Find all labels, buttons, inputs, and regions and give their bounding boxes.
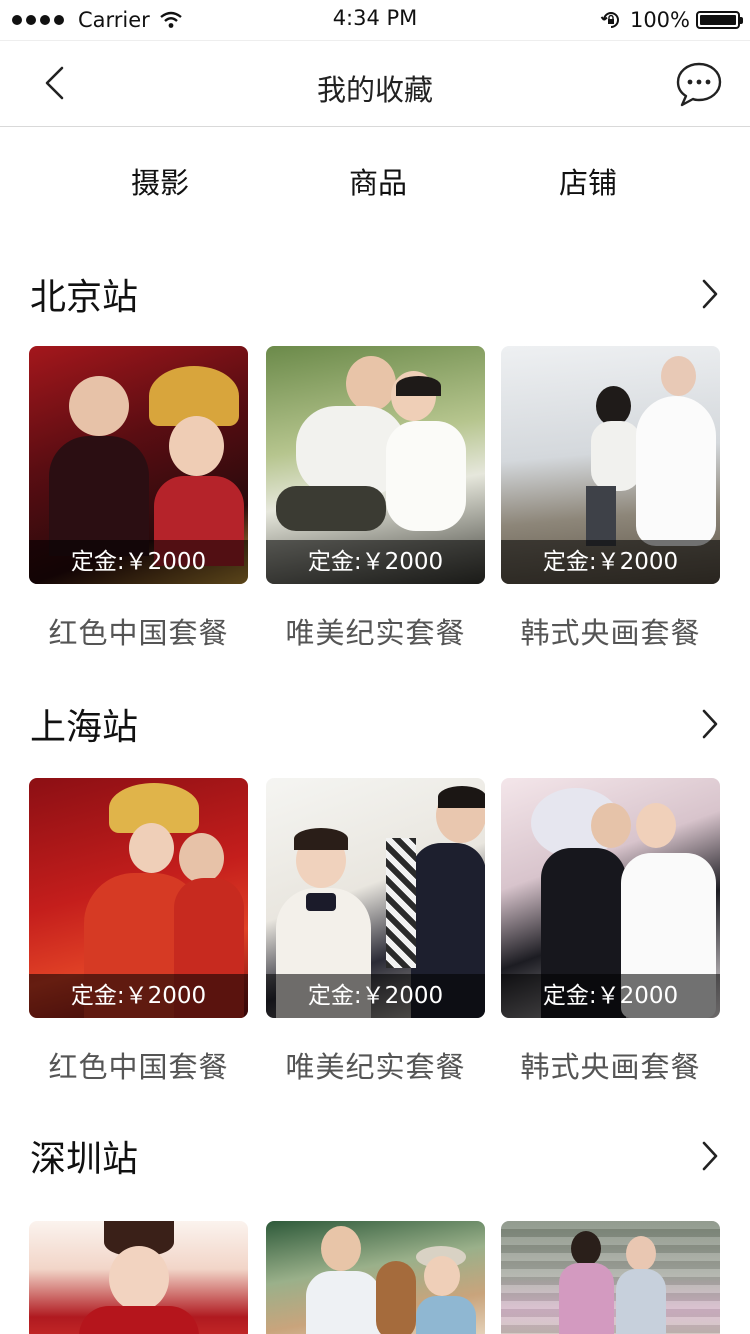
card-row: 定金:￥2000 红色中国套餐 定金:￥2000 唯美纪实套餐 定金:￥2000…	[0, 778, 750, 1108]
package-photo: 定金:￥2000	[266, 346, 485, 584]
price-label: 定金:￥2000	[29, 974, 248, 1018]
section-title: 深圳站	[30, 1139, 139, 1180]
section-title: 上海站	[30, 707, 139, 748]
tab-products[interactable]: 商品	[318, 160, 438, 202]
package-card[interactable]: 定金:￥2000 唯美纪实套餐	[266, 346, 485, 652]
package-photo	[29, 1221, 248, 1334]
category-tabs: 摄影 商品 店铺	[0, 150, 750, 210]
section-shenzhen: 深圳站	[0, 1130, 750, 1334]
status-right: 100%	[600, 6, 743, 34]
package-photo: 定金:￥2000	[501, 778, 720, 1018]
package-name: 红色中国套餐	[48, 1050, 229, 1084]
card-row: 定金:￥2000 红色中国套餐 定金:￥2000 唯美纪实套餐 定金:￥2000…	[0, 346, 750, 676]
package-card[interactable]	[501, 1221, 720, 1334]
package-name: 韩式央画套餐	[520, 616, 701, 650]
section-beijing: 北京站 定金:￥2000 红色中国套餐 定金:￥2000 唯美纪实套餐 定金:￥…	[0, 268, 750, 668]
package-photo	[501, 1221, 720, 1334]
package-name: 红色中国套餐	[48, 616, 229, 650]
status-bar: Carrier 4:34 PM 100%	[0, 0, 750, 40]
package-photo: 定金:￥2000	[29, 346, 248, 584]
package-card[interactable]	[266, 1221, 485, 1334]
page-title: 我的收藏	[316, 73, 433, 107]
package-photo: 定金:￥2000	[266, 778, 485, 1018]
battery-percent: 100%	[629, 8, 690, 32]
package-photo: 定金:￥2000	[29, 778, 248, 1018]
package-card[interactable]	[29, 1221, 248, 1334]
price-label: 定金:￥2000	[29, 540, 248, 584]
section-shanghai: 上海站 定金:￥2000 红色中国套餐 定金:￥2000 唯美纪实套餐 定金:￥…	[0, 698, 750, 1108]
package-card[interactable]: 定金:￥2000 韩式央画套餐	[501, 346, 720, 652]
tab-photography[interactable]: 摄影	[100, 160, 220, 202]
navigation-bar: 我的收藏	[0, 40, 750, 127]
section-title: 北京站	[30, 277, 139, 318]
chevron-right-icon[interactable]	[694, 706, 724, 742]
package-name: 韩式央画套餐	[520, 1050, 701, 1084]
package-card[interactable]: 定金:￥2000 红色中国套餐	[29, 778, 248, 1086]
package-card[interactable]: 定金:￥2000 韩式央画套餐	[501, 778, 720, 1086]
price-label: 定金:￥2000	[501, 974, 720, 1018]
package-photo: 定金:￥2000	[501, 346, 720, 584]
package-card[interactable]: 定金:￥2000 红色中国套餐	[29, 346, 248, 652]
price-label: 定金:￥2000	[266, 974, 485, 1018]
chevron-right-icon[interactable]	[694, 276, 724, 312]
price-label: 定金:￥2000	[266, 540, 485, 584]
message-button[interactable]	[674, 59, 724, 109]
tab-stores[interactable]: 店铺	[528, 160, 648, 202]
battery-icon	[696, 11, 743, 29]
card-row	[0, 1221, 750, 1334]
package-name: 唯美纪实套餐	[285, 1050, 466, 1084]
package-card[interactable]: 定金:￥2000 唯美纪实套餐	[266, 778, 485, 1086]
price-label: 定金:￥2000	[501, 540, 720, 584]
rotation-lock-icon	[600, 12, 619, 28]
chevron-right-icon[interactable]	[694, 1138, 724, 1174]
package-name: 唯美纪实套餐	[285, 616, 466, 650]
package-photo	[266, 1221, 485, 1334]
